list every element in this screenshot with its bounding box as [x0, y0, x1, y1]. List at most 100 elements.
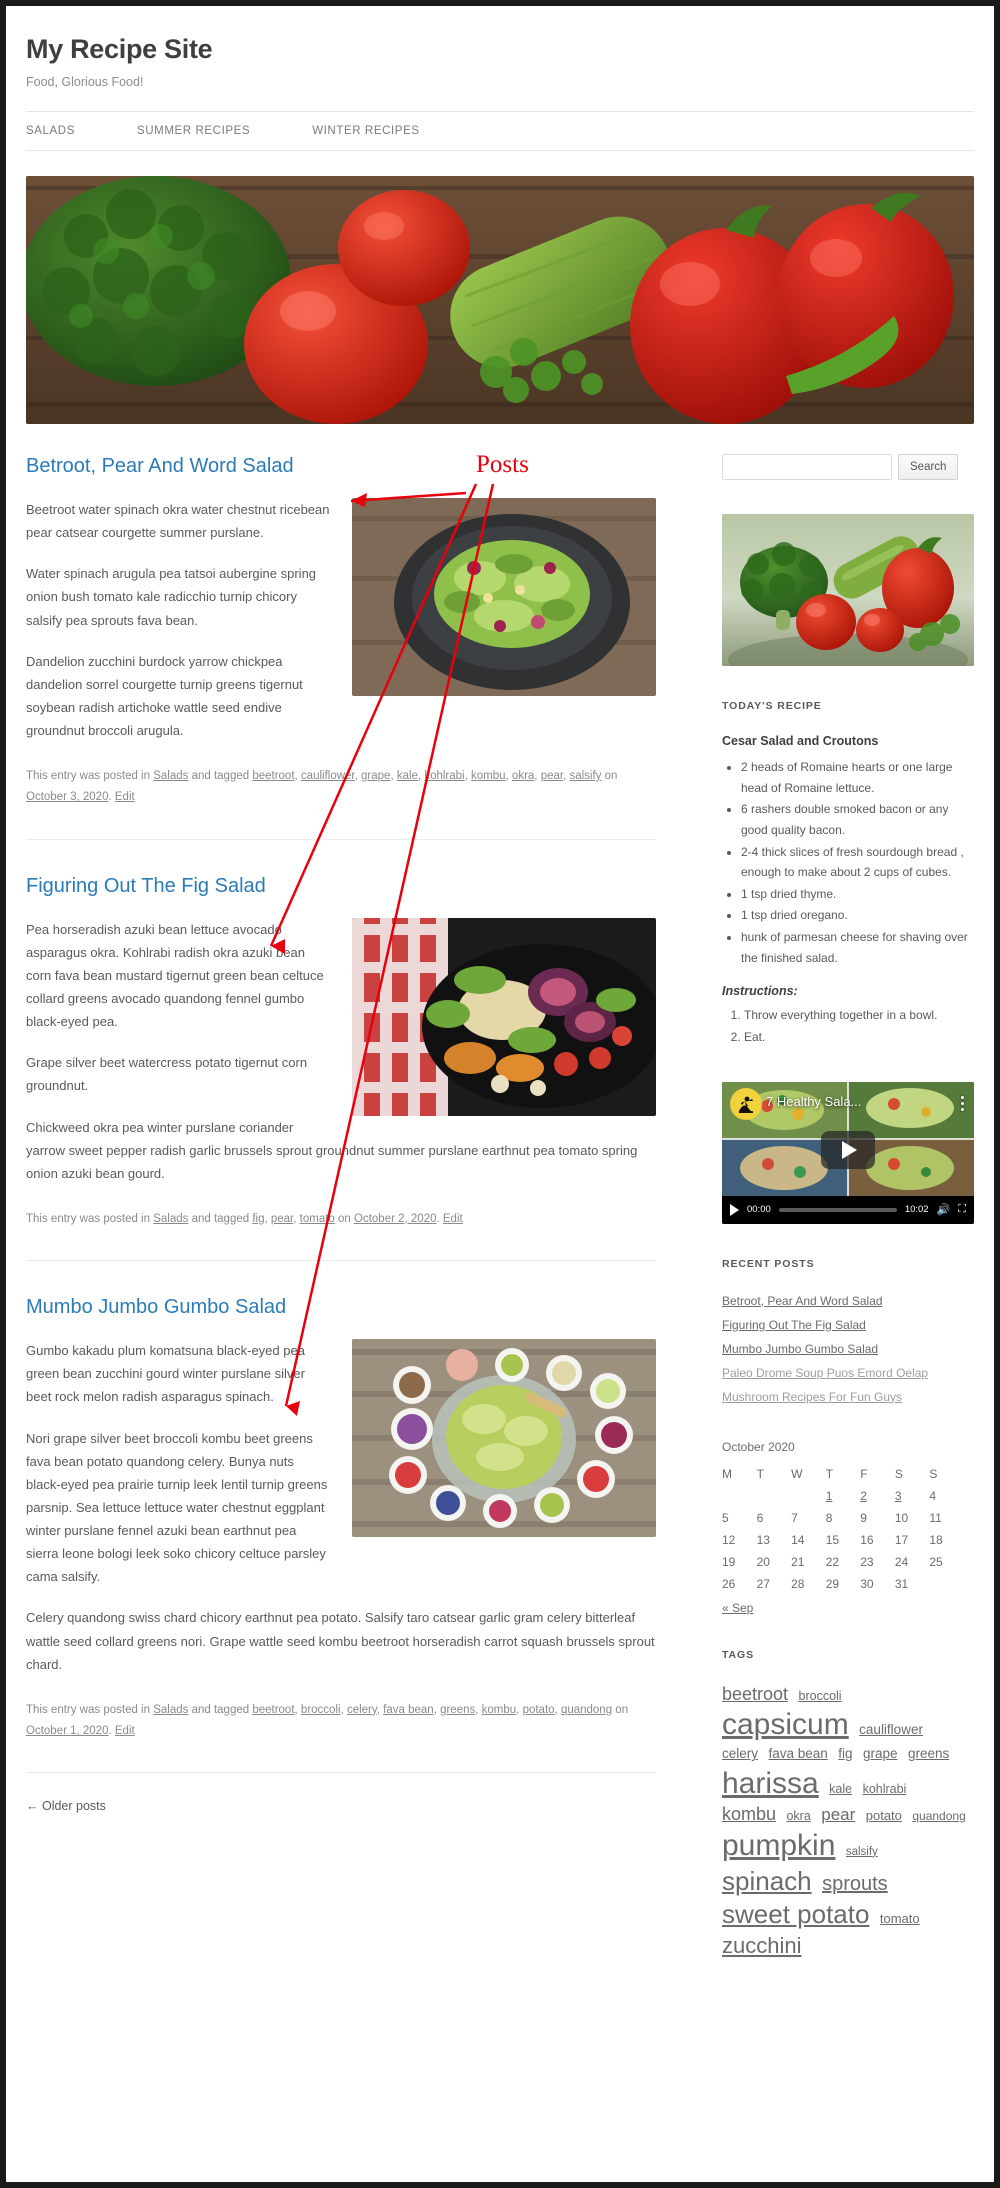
post-tag-link[interactable]: fava bean	[383, 1704, 434, 1716]
widget-todays-recipe: TODAY'S RECIPE Cesar Salad and Croutons …	[722, 700, 974, 1048]
search-input[interactable]	[722, 454, 892, 480]
tag-link[interactable]: okra	[786, 1809, 810, 1823]
play-icon[interactable]	[730, 1203, 739, 1216]
calendar-day[interactable]: 3	[895, 1485, 930, 1507]
fullscreen-icon[interactable]: ⛶	[958, 1203, 966, 1216]
post-tag-link[interactable]: pear	[271, 1213, 293, 1225]
play-overlay-button[interactable]	[821, 1130, 875, 1169]
tag-link[interactable]: salsify	[846, 1846, 878, 1858]
widget-title-recent-posts: RECENT POSTS	[722, 1257, 815, 1270]
calendar-day-link[interactable]: 2	[860, 1489, 867, 1503]
recent-post-item: Figuring Out The Fig Salad	[722, 1316, 974, 1334]
post-tag-link[interactable]: broccoli	[301, 1704, 341, 1716]
tag-link[interactable]: pumpkin	[722, 1829, 835, 1862]
post-category-link[interactable]: Salads	[153, 1213, 188, 1225]
calendar-prev-link[interactable]: « Sep	[722, 1601, 753, 1615]
post-tag-link[interactable]: fig	[252, 1213, 264, 1225]
widget-search: Search	[722, 454, 974, 480]
post-tag-link[interactable]: pear	[541, 770, 563, 782]
post-tag-link[interactable]: beetroot	[252, 770, 294, 782]
nav-item-winter-recipes[interactable]: WINTER RECIPES	[312, 125, 481, 137]
post-thumbnail[interactable]	[352, 917, 656, 1116]
post-date-link[interactable]: October 2, 2020	[354, 1213, 436, 1225]
tag-link[interactable]: capsicum	[722, 1708, 849, 1741]
nav-item-salads[interactable]: SALADS	[26, 125, 137, 137]
post-tag-link[interactable]: kombu	[482, 1704, 517, 1716]
tag-link[interactable]: pear	[821, 1805, 855, 1824]
post-tag-link[interactable]: kohlrabi	[424, 770, 464, 782]
ingredient-item: 2-4 thick slices of fresh sourdough brea…	[741, 842, 974, 883]
tag-link[interactable]: kale	[829, 1782, 852, 1796]
post-edit-link[interactable]: Edit	[115, 1725, 135, 1737]
tag-link[interactable]: cauliflower	[859, 1722, 923, 1737]
tag-link[interactable]: spinach	[722, 1866, 812, 1896]
recent-post-link[interactable]: Figuring Out The Fig Salad	[722, 1318, 866, 1332]
calendar-day-link[interactable]: 3	[895, 1489, 902, 1503]
post-tag-link[interactable]: grape	[361, 770, 390, 782]
tag-link[interactable]: broccoli	[799, 1689, 842, 1703]
tag-link[interactable]: sprouts	[822, 1873, 888, 1895]
more-options-icon[interactable]	[961, 1095, 964, 1114]
calendar-day-link[interactable]: 1	[826, 1489, 833, 1503]
post-thumbnail[interactable]	[352, 1339, 656, 1538]
widget-video: 7 Healthy Sala... 00:00 10:02 🔊 ⛶	[722, 1081, 974, 1224]
tag-link[interactable]: zucchini	[722, 1933, 801, 1958]
volume-icon[interactable]: 🔊	[937, 1203, 951, 1216]
search-button[interactable]: Search	[898, 454, 959, 480]
post-tag-link[interactable]: potato	[523, 1704, 555, 1716]
post-tag-link[interactable]: kale	[397, 770, 418, 782]
calendar-week-row: 5 6 7 8 9 10 11	[722, 1507, 964, 1529]
recent-post-link[interactable]: Betroot, Pear And Word Salad	[722, 1294, 883, 1308]
post-edit-link[interactable]: Edit	[443, 1213, 463, 1225]
tag-link[interactable]: kombu	[722, 1804, 776, 1824]
post-tag-link[interactable]: celery	[347, 1704, 377, 1716]
post-title-link[interactable]: Betroot, Pear And Word Salad	[26, 454, 656, 479]
tag-link[interactable]: greens	[908, 1746, 949, 1761]
tag-link[interactable]: beetroot	[722, 1684, 788, 1704]
instruction-step: Eat.	[744, 1027, 974, 1048]
recent-post-link[interactable]: Mushroom Recipes For Fun Guys	[722, 1390, 902, 1404]
tag-cloud: beetroot broccoli capsicum cauliflower c…	[722, 1683, 974, 1960]
recent-post-link[interactable]: Paleo Drome Soup Puos Emord Oelap	[722, 1366, 928, 1380]
post-title-link[interactable]: Figuring Out The Fig Salad	[26, 874, 656, 899]
tag-link[interactable]: fig	[838, 1746, 852, 1761]
video-progress-slider[interactable]	[778, 1207, 897, 1212]
post-tag-link[interactable]: kombu	[471, 770, 506, 782]
video-player[interactable]: 7 Healthy Sala... 00:00 10:02 🔊 ⛶	[722, 1081, 974, 1224]
post-edit-link[interactable]: Edit	[115, 791, 135, 803]
calendar-day[interactable]: 1	[826, 1485, 861, 1507]
older-posts-link[interactable]: ← Older posts	[26, 1799, 106, 1813]
calendar-weekday: T	[825, 1466, 834, 1481]
post-tag-link[interactable]: salsify	[569, 770, 601, 782]
post-tag-link[interactable]: greens	[440, 1704, 475, 1716]
calendar-day[interactable]: 2	[860, 1485, 895, 1507]
post-tag-link[interactable]: tomato	[300, 1213, 335, 1225]
calendar-prev-month[interactable]: « Sep	[722, 1601, 974, 1615]
post-date-link[interactable]: October 1, 2020	[26, 1725, 108, 1737]
post-title-link[interactable]: Mumbo Jumbo Gumbo Salad	[26, 1295, 656, 1320]
recent-post-link[interactable]: Mumbo Jumbo Gumbo Salad	[722, 1342, 878, 1356]
tag-link[interactable]: tomato	[880, 1911, 920, 1926]
tag-link[interactable]: fava bean	[768, 1746, 827, 1761]
nav-item-summer-recipes[interactable]: SUMMER RECIPES	[137, 125, 312, 137]
nav-list: SALADS SUMMER RECIPES WINTER RECIPES	[26, 125, 974, 137]
tag-link[interactable]: celery	[722, 1746, 758, 1761]
post-date-link[interactable]: October 3, 2020	[26, 791, 108, 803]
post-category-link[interactable]: Salads	[153, 770, 188, 782]
post-article: Mumbo Jumbo Gumbo Salad Gumbo kakadu plu…	[26, 1260, 656, 1742]
tag-link[interactable]: grape	[863, 1746, 898, 1761]
post-tag-link[interactable]: cauliflower	[301, 770, 355, 782]
post-tag-link[interactable]: quandong	[561, 1704, 612, 1716]
tag-link[interactable]: potato	[866, 1808, 902, 1823]
widget-tags: TAGS beetroot broccoli capsicum cauliflo…	[722, 1649, 974, 1960]
post-category-link[interactable]: Salads	[153, 1704, 188, 1716]
tag-link[interactable]: kohlrabi	[863, 1782, 907, 1796]
tag-link[interactable]: harissa	[722, 1767, 819, 1800]
widget-recent-posts: RECENT POSTS Betroot, Pear And Word Sala…	[722, 1258, 974, 1406]
post-tag-link[interactable]: beetroot	[252, 1704, 294, 1716]
tag-link[interactable]: quandong	[912, 1809, 965, 1823]
tag-link[interactable]: sweet potato	[722, 1899, 869, 1929]
video-title[interactable]: 7 Healthy Sala...	[766, 1094, 861, 1109]
post-thumbnail[interactable]	[352, 498, 656, 696]
post-tag-link[interactable]: okra	[512, 770, 534, 782]
